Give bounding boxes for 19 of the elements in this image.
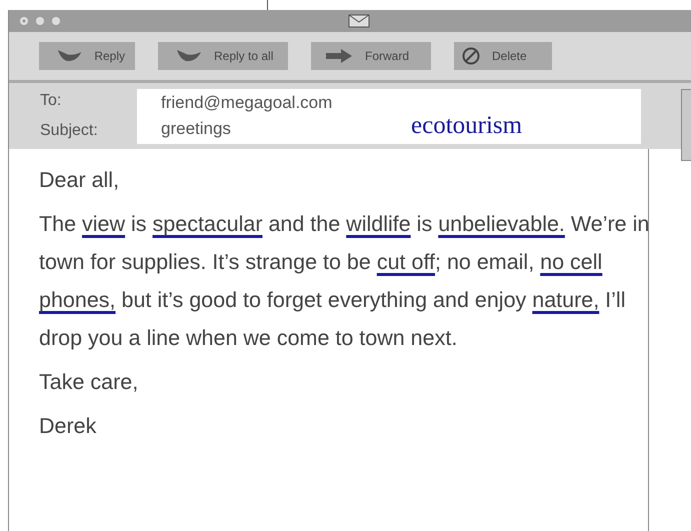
recipient-address: friend@megagoal.com <box>161 92 334 114</box>
subject-label: Subject: <box>40 121 99 141</box>
delete-button[interactable]: Delete <box>454 42 552 70</box>
annotation-word: ecotourism <box>411 112 522 140</box>
reply-all-button[interactable]: Reply to all <box>158 42 288 70</box>
window-controls-icon[interactable] <box>19 16 63 26</box>
scrollbar[interactable] <box>681 89 691 161</box>
arrow-icon <box>325 49 353 63</box>
subject-text: greetings <box>161 118 232 140</box>
message-paragraph: The view is spectacular and the wildlife is unbelievable. We’re in town for supplies. It’s strange to be cut off; no email, no cell phones, but it’s good to forget everything and enjoy nature, I’ll drop you a line when we come to town next. <box>39 211 650 352</box>
signature-text: Derek <box>39 413 98 440</box>
reply-button[interactable]: Reply <box>39 42 135 70</box>
envelope-icon <box>348 14 370 28</box>
to-label: To: <box>40 91 62 111</box>
closing-text: Take care, <box>39 369 140 396</box>
no-sign-icon <box>462 47 480 65</box>
greeting-text: Dear all, <box>39 167 120 194</box>
forward-button[interactable]: Forward <box>311 42 431 70</box>
leader-line <box>267 0 268 10</box>
